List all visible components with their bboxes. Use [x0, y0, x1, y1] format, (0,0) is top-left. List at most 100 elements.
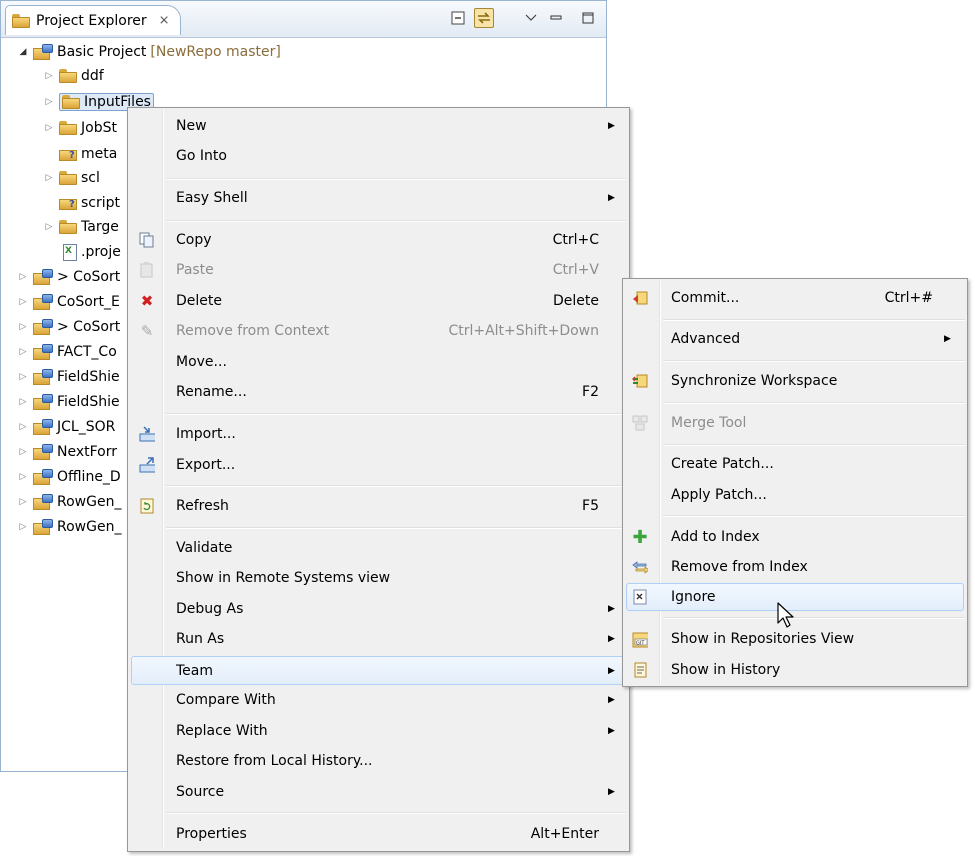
collapsed-arrow-icon[interactable]: ▷ [17, 322, 29, 332]
menu-item-remove-from-index[interactable]: Remove from Index [626, 554, 964, 580]
submenu-arrow-icon: ▶ [608, 604, 615, 614]
maximize-icon[interactable] [578, 8, 598, 28]
collapsed-arrow-icon[interactable]: ▷ [43, 222, 55, 232]
tree-item-label: Targe [81, 219, 119, 235]
collapsed-arrow-icon[interactable]: ▷ [17, 297, 29, 307]
menu-item-easy-shell[interactable]: Easy Shell ▶ [131, 185, 626, 211]
submenu-arrow-icon: ▶ [608, 634, 615, 644]
menu-item-remove-from-context[interactable]: ✎ Remove from Context Ctrl+Alt+Shift+Dow… [131, 318, 626, 344]
menu-item-label: Import... [176, 426, 236, 442]
collapsed-arrow-icon[interactable]: ▷ [17, 397, 29, 407]
collapsed-arrow-icon[interactable]: ▷ [43, 71, 55, 81]
collapsed-arrow-icon[interactable]: ▷ [17, 372, 29, 382]
tree-item-project[interactable]: ▷ JCL_SOR [17, 416, 115, 438]
menu-item-label: Ignore [671, 589, 716, 605]
tree-item[interactable]: ▷ scl [43, 167, 100, 189]
menu-separator [166, 413, 626, 415]
collapsed-arrow-icon[interactable]: ▷ [17, 472, 29, 482]
tree-item-project[interactable]: ▷ RowGen_ [17, 491, 121, 513]
menu-item-paste[interactable]: Paste Ctrl+V [131, 257, 626, 283]
view-menu-icon[interactable] [521, 8, 541, 28]
menu-item-restore-local-history[interactable]: Restore from Local History... [131, 748, 626, 774]
menu-item-new[interactable]: New ▶ [131, 113, 626, 139]
collapsed-arrow-icon[interactable]: ▷ [17, 497, 29, 507]
menu-item-refresh[interactable]: Refresh F5 [131, 493, 626, 519]
tree-item-project[interactable]: ▷ FieldShie [17, 366, 120, 388]
project-name: JCL_SOR [57, 419, 116, 435]
tree-item-project[interactable]: ▷ FieldShie [17, 391, 120, 413]
menu-accelerator: F5 [582, 498, 599, 514]
collapsed-arrow-icon[interactable]: ▷ [43, 173, 55, 183]
menu-item-validate[interactable]: Validate [131, 535, 626, 561]
menu-item-show-in-remote-systems[interactable]: Show in Remote Systems view [131, 565, 626, 591]
tree-item-project[interactable]: ▷ Offline_D [17, 466, 121, 488]
collapsed-arrow-icon[interactable]: ▷ [17, 522, 29, 532]
collapsed-arrow-icon[interactable]: ▷ [43, 123, 55, 133]
menu-separator [166, 220, 626, 222]
tree-item-project[interactable]: ▷ > CoSort [17, 316, 120, 338]
menu-item-merge-tool[interactable]: Merge Tool [626, 410, 964, 436]
project-name: RowGen_ [57, 494, 122, 510]
menu-item-team[interactable]: Team ▶ [131, 656, 626, 685]
tree-item[interactable]: ▷ ddf [43, 65, 104, 87]
tree-item-project[interactable]: ▷ RowGen_ [17, 516, 121, 538]
tree-item[interactable]: .proje [63, 241, 121, 263]
collapsed-arrow-icon[interactable]: ▷ [17, 422, 29, 432]
minimize-icon[interactable] [546, 8, 566, 28]
tree-item-project[interactable]: ▷ FACT_Co [17, 341, 117, 363]
tree-item-project[interactable]: ▷ > CoSort [17, 266, 120, 288]
project-icon [33, 494, 53, 510]
tree-item-basic-project[interactable]: ◢ Basic Project [NewRepo master] [17, 41, 281, 63]
submenu-arrow-icon: ▶ [608, 665, 615, 676]
collapse-all-icon[interactable] [448, 8, 468, 28]
tree-item-label: script [81, 195, 121, 211]
menu-item-add-to-index[interactable]: ✚ Add to Index [626, 524, 964, 550]
menu-item-rename[interactable]: Rename... F2 [131, 379, 626, 405]
tab-project-explorer[interactable]: Project Explorer ⨯ [5, 5, 181, 35]
menu-item-source[interactable]: Source ▶ [131, 779, 626, 805]
collapsed-arrow-icon[interactable]: ▷ [17, 347, 29, 357]
tree-item[interactable]: meta [59, 143, 117, 165]
menu-item-import[interactable]: Import... [131, 421, 626, 447]
menu-item-label: Paste [176, 262, 214, 278]
project-name: FieldShie [57, 394, 120, 410]
menu-item-synchronize-workspace[interactable]: Synchronize Workspace [626, 368, 964, 394]
git-repositories-icon: GIT [632, 631, 648, 648]
menu-item-delete[interactable]: ✖ Delete Delete [131, 288, 626, 314]
tree-item-project[interactable]: ▷ CoSort_E [17, 291, 120, 313]
tree-item[interactable]: ▷ Targe [43, 216, 119, 238]
menu-item-copy[interactable]: Copy Ctrl+C [131, 227, 626, 253]
menu-item-debug-as[interactable]: Debug As ▶ [131, 596, 626, 622]
close-view-icon[interactable]: ⨯ [159, 13, 170, 28]
expanded-arrow-icon[interactable]: ◢ [17, 47, 29, 57]
menu-item-show-in-repositories[interactable]: GIT Show in Repositories View [626, 626, 964, 652]
folder-icon [59, 121, 77, 135]
mouse-cursor-icon [777, 602, 794, 628]
menu-item-label: Show in Repositories View [671, 631, 855, 647]
menu-item-compare-with[interactable]: Compare With ▶ [131, 687, 626, 713]
menu-item-advanced[interactable]: Advanced ▶ [626, 326, 964, 352]
collapsed-arrow-icon[interactable]: ▷ [17, 447, 29, 457]
menu-item-create-patch[interactable]: Create Patch... [626, 451, 964, 477]
menu-item-commit[interactable]: Commit... Ctrl+# [626, 285, 964, 311]
menu-item-export[interactable]: Export... [131, 452, 626, 478]
tree-item[interactable]: script [59, 192, 120, 214]
collapsed-arrow-icon[interactable]: ▷ [43, 97, 55, 107]
menu-item-label: Delete [176, 293, 222, 309]
menu-item-show-in-history[interactable]: Show in History [626, 657, 964, 683]
menu-item-replace-with[interactable]: Replace With ▶ [131, 718, 626, 744]
menu-item-apply-patch[interactable]: Apply Patch... [626, 482, 964, 508]
link-with-editor-icon[interactable] [474, 8, 494, 28]
project-icon [33, 294, 53, 310]
menu-item-move[interactable]: Move... [131, 349, 626, 375]
menu-item-run-as[interactable]: Run As ▶ [131, 626, 626, 652]
menu-item-label: Remove from Context [176, 323, 330, 339]
menu-item-label: Go Into [176, 148, 227, 164]
menu-accelerator: Ctrl+C [552, 232, 599, 248]
tree-item[interactable]: ▷ JobSt [43, 117, 117, 139]
project-icon [33, 519, 53, 535]
menu-item-properties[interactable]: Properties Alt+Enter [131, 821, 626, 847]
tree-item-project[interactable]: ▷ NextForr [17, 441, 117, 463]
menu-item-go-into[interactable]: Go Into [131, 143, 626, 169]
collapsed-arrow-icon[interactable]: ▷ [17, 272, 29, 282]
